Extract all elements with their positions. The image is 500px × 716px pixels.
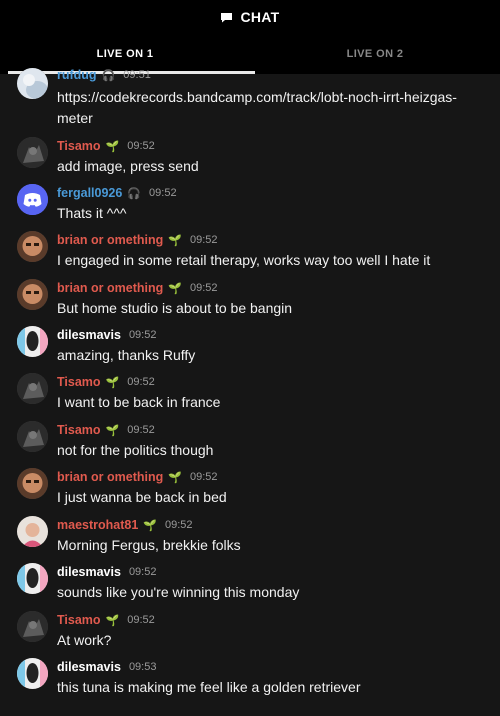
username[interactable]: brian or omething [57, 281, 163, 295]
sprout-icon: 🌱 [105, 376, 120, 389]
username[interactable]: dilesmavis [57, 660, 121, 674]
timestamp: 09:52 [127, 376, 155, 388]
sprout-icon: 🌱 [105, 140, 120, 153]
message-header: Tisamo 🌱 09:52 [57, 613, 155, 627]
message-header: dilesmavis 09:52 [57, 328, 156, 342]
avatar[interactable] [17, 231, 48, 262]
message-header: Tisamo 🌱 09:52 [57, 375, 155, 389]
message-header: dilesmavis 09:53 [57, 660, 156, 674]
message-header: brian or omething 🌱 09:52 [57, 470, 217, 484]
message-text[interactable]: https://codekrecords.bandcamp.com/track/… [57, 87, 487, 129]
message-header: fergall0926 🎧 09:52 [57, 186, 177, 200]
timestamp: 09:51 [123, 69, 151, 81]
username[interactable]: fergall0926 [57, 186, 122, 200]
timestamp: 09:52 [189, 234, 218, 246]
avatar[interactable] [17, 68, 48, 99]
username[interactable]: brian or omething [57, 470, 163, 484]
sprout-icon: 🌱 [105, 424, 120, 437]
message-header: rufdug 🎧 09:51 [57, 68, 151, 82]
username[interactable]: Tisamo [57, 613, 101, 627]
chat-title-text: CHAT [240, 9, 280, 25]
avatar[interactable] [17, 373, 48, 404]
username[interactable]: Tisamo [57, 423, 101, 437]
message-text[interactable]: sounds like you're winning this monday [57, 582, 487, 603]
message-text[interactable]: Morning Fergus, brekkie folks [57, 535, 487, 556]
message-text[interactable]: But home studio is about to be bangin [57, 298, 487, 319]
timestamp: 09:52 [189, 282, 218, 294]
message-text[interactable]: I engaged in some retail therapy, works … [57, 250, 487, 271]
message-header: maestrohat81 🌱 09:52 [57, 518, 193, 532]
timestamp: 09:52 [127, 140, 155, 152]
timestamp: 09:52 [128, 566, 157, 578]
sprout-icon: 🌱 [168, 282, 182, 295]
message-text[interactable]: add image, press send [57, 156, 487, 177]
username[interactable]: dilesmavis [57, 328, 121, 342]
chat-header: CHAT [0, 0, 500, 34]
timestamp: 09:52 [189, 471, 218, 483]
sprout-icon: 🌱 [143, 519, 157, 532]
avatar[interactable] [17, 279, 48, 310]
sprout-icon: 🌱 [105, 614, 120, 627]
timestamp: 09:52 [127, 614, 155, 626]
message-text[interactable]: I just wanna be back in bed [57, 487, 487, 508]
username[interactable]: rufdug [57, 68, 97, 82]
message-header: Tisamo 🌱 09:52 [57, 139, 155, 153]
headphone-icon: 🎧 [127, 187, 142, 200]
avatar[interactable] [17, 658, 48, 689]
timestamp: 09:52 [165, 519, 193, 531]
timestamp: 09:53 [128, 661, 157, 673]
message-header: Tisamo 🌱 09:52 [57, 423, 155, 437]
message-header: brian or omething 🌱 09:52 [57, 281, 217, 295]
message-text[interactable]: I want to be back in france [57, 392, 487, 413]
avatar[interactable] [17, 137, 48, 168]
username[interactable]: dilesmavis [57, 565, 121, 579]
message-list[interactable]: rufdug 🎧 09:51 https://codekrecords.band… [0, 66, 500, 716]
avatar[interactable] [17, 516, 48, 547]
message-text[interactable]: Thats it ^^^ [57, 203, 487, 224]
discord-avatar[interactable] [17, 184, 48, 215]
username[interactable]: maestrohat81 [57, 518, 138, 532]
username[interactable]: Tisamo [57, 375, 101, 389]
message-text[interactable]: At work? [57, 630, 487, 651]
sprout-icon: 🌱 [168, 471, 182, 484]
chat-bubble-icon [220, 12, 233, 23]
message-text[interactable]: this tuna is making me feel like a golde… [57, 677, 487, 698]
message-text[interactable]: not for the politics though [57, 440, 487, 461]
message-header: dilesmavis 09:52 [57, 565, 156, 579]
sprout-icon: 🌱 [168, 234, 182, 247]
avatar[interactable] [17, 421, 48, 452]
timestamp: 09:52 [149, 187, 177, 199]
chat-title: CHAT [220, 9, 279, 25]
message-header: brian or omething 🌱 09:52 [57, 233, 217, 247]
timestamp: 09:52 [128, 329, 157, 341]
avatar[interactable] [17, 563, 48, 594]
avatar[interactable] [17, 326, 48, 357]
username[interactable]: Tisamo [57, 139, 101, 153]
headphone-icon: 🎧 [101, 69, 116, 82]
message-text[interactable]: amazing, thanks Ruffy [57, 345, 487, 366]
avatar[interactable] [17, 611, 48, 642]
avatar[interactable] [17, 468, 48, 499]
timestamp: 09:52 [127, 424, 155, 436]
username[interactable]: brian or omething [57, 233, 163, 247]
